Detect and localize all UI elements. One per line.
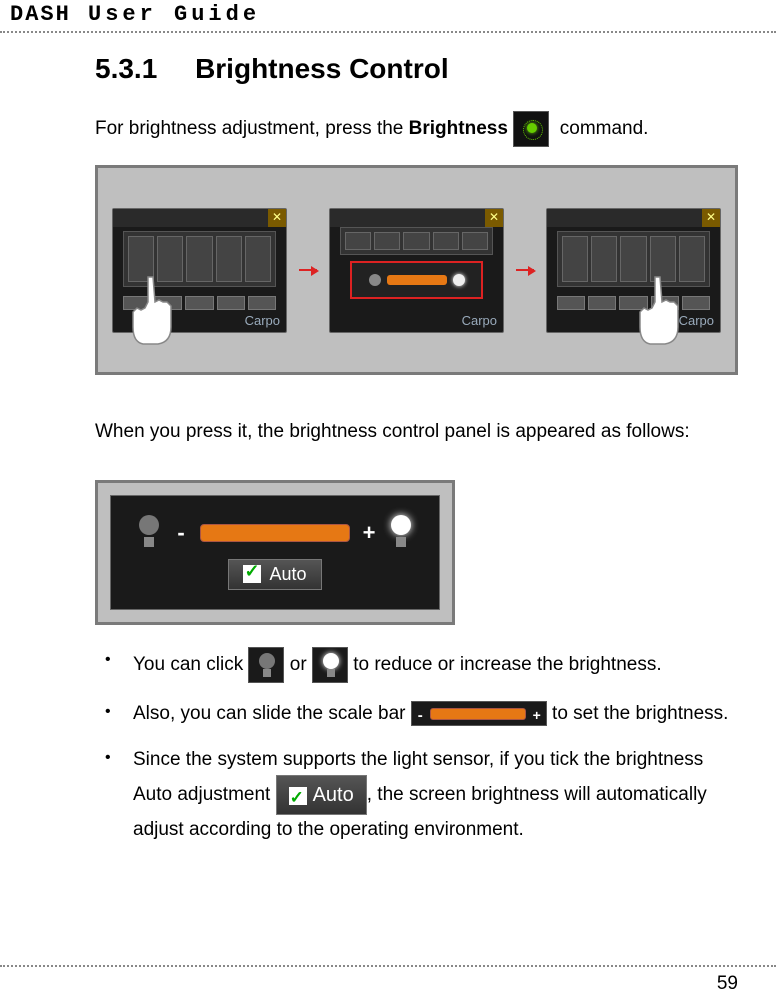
bulb-on-icon — [453, 274, 465, 286]
section-title: Brightness Control — [195, 53, 449, 84]
bullet-text: to reduce or increase the brightness. — [348, 654, 662, 675]
sequence-screen-2: ✕ Carpo — [329, 208, 504, 333]
screen-topbar — [330, 209, 503, 227]
sequence-screen-3: ✕ Carpo — [546, 208, 721, 333]
brightness-panel-figure: - + Auto — [95, 480, 455, 625]
close-icon: ✕ — [702, 209, 720, 227]
bullet-item-1: You can click or to reduce or increase t… — [95, 647, 738, 683]
brightness-slider[interactable] — [200, 524, 350, 542]
slider-bar-icon — [387, 275, 447, 285]
dock-icon — [185, 296, 213, 310]
bulb-off-icon — [136, 515, 162, 551]
auto-brightness-button[interactable]: Auto — [228, 559, 321, 590]
brightness-sequence-figure: ✕ Carpo ✕ — [95, 165, 738, 375]
bullet-text: or — [284, 654, 311, 675]
intro-before: For brightness adjustment, press the — [95, 118, 409, 139]
arrow-right-icon — [516, 269, 534, 271]
auto-button-inline-icon: Auto — [276, 775, 367, 815]
page-footer: 59 — [0, 965, 776, 995]
tile-icon — [345, 232, 371, 250]
screen-topbar — [113, 209, 286, 227]
bullet-item-3: Since the system supports the light sens… — [95, 745, 738, 846]
tile-icon — [462, 232, 488, 250]
brightness-slider-row: - + — [136, 515, 414, 551]
tile-icon — [562, 236, 588, 282]
intro-paragraph: For brightness adjustment, press the Bri… — [95, 111, 738, 147]
arrow-right-icon — [299, 269, 317, 271]
dock-icon — [248, 296, 276, 310]
bullet-text: You can click — [133, 654, 248, 675]
auto-inline-label: Auto — [313, 784, 354, 806]
close-icon: ✕ — [485, 209, 503, 227]
tile-icon — [433, 232, 459, 250]
close-icon: ✕ — [268, 209, 286, 227]
bullet-text: to set the brightness. — [547, 703, 729, 724]
scale-bar-inline-icon — [411, 701, 547, 726]
tile-icon — [591, 236, 617, 282]
screen-tiles — [340, 227, 493, 255]
brightness-slider-highlight — [350, 261, 483, 299]
carpo-label: Carpo — [245, 313, 280, 328]
bullet-item-2: Also, you can slide the scale bar to set… — [95, 699, 738, 729]
bulb-off-icon — [369, 274, 381, 286]
bulb-on-inline-icon — [312, 647, 348, 683]
hand-pointer-icon — [630, 272, 690, 352]
intro-bold: Brightness — [409, 118, 508, 139]
tile-icon — [374, 232, 400, 250]
dock-icon — [217, 296, 245, 310]
intro-after: command. — [554, 118, 648, 139]
screen-topbar — [547, 209, 720, 227]
header-title: DASH User Guide — [10, 2, 260, 27]
sequence-screen-1: ✕ Carpo — [112, 208, 287, 333]
auto-label: Auto — [269, 564, 306, 585]
brightness-panel-inner: - + Auto — [110, 495, 440, 610]
plus-icon: + — [362, 520, 376, 546]
bullet-list: You can click or to reduce or increase t… — [95, 647, 738, 846]
dock-icon — [557, 296, 585, 310]
page-content: 5.3.1 Brightness Control For brightness … — [0, 33, 776, 846]
section-number: 5.3.1 — [95, 53, 157, 85]
header-title-prefix: DASH — [10, 2, 71, 27]
mid-paragraph: When you press it, the brightness contro… — [95, 419, 738, 446]
tile-icon — [245, 236, 271, 282]
header-title-rest: User Guide — [88, 2, 260, 27]
bulb-on-icon — [388, 515, 414, 551]
page-header: DASH User Guide — [0, 0, 776, 33]
checkbox-checked-icon — [289, 787, 307, 805]
minus-icon: - — [174, 520, 188, 546]
scale-bar-fill — [430, 708, 526, 720]
checkbox-checked-icon — [243, 565, 261, 583]
tile-icon — [403, 232, 429, 250]
hand-pointer-icon — [123, 272, 183, 352]
tile-icon — [186, 236, 212, 282]
carpo-label: Carpo — [462, 313, 497, 328]
tile-icon — [216, 236, 242, 282]
bulb-off-inline-icon — [248, 647, 284, 683]
section-heading: 5.3.1 Brightness Control — [95, 53, 738, 85]
brightness-command-icon — [513, 111, 549, 147]
dock-icon — [588, 296, 616, 310]
bullet-text: Also, you can slide the scale bar — [133, 703, 411, 724]
page-number: 59 — [717, 973, 738, 994]
